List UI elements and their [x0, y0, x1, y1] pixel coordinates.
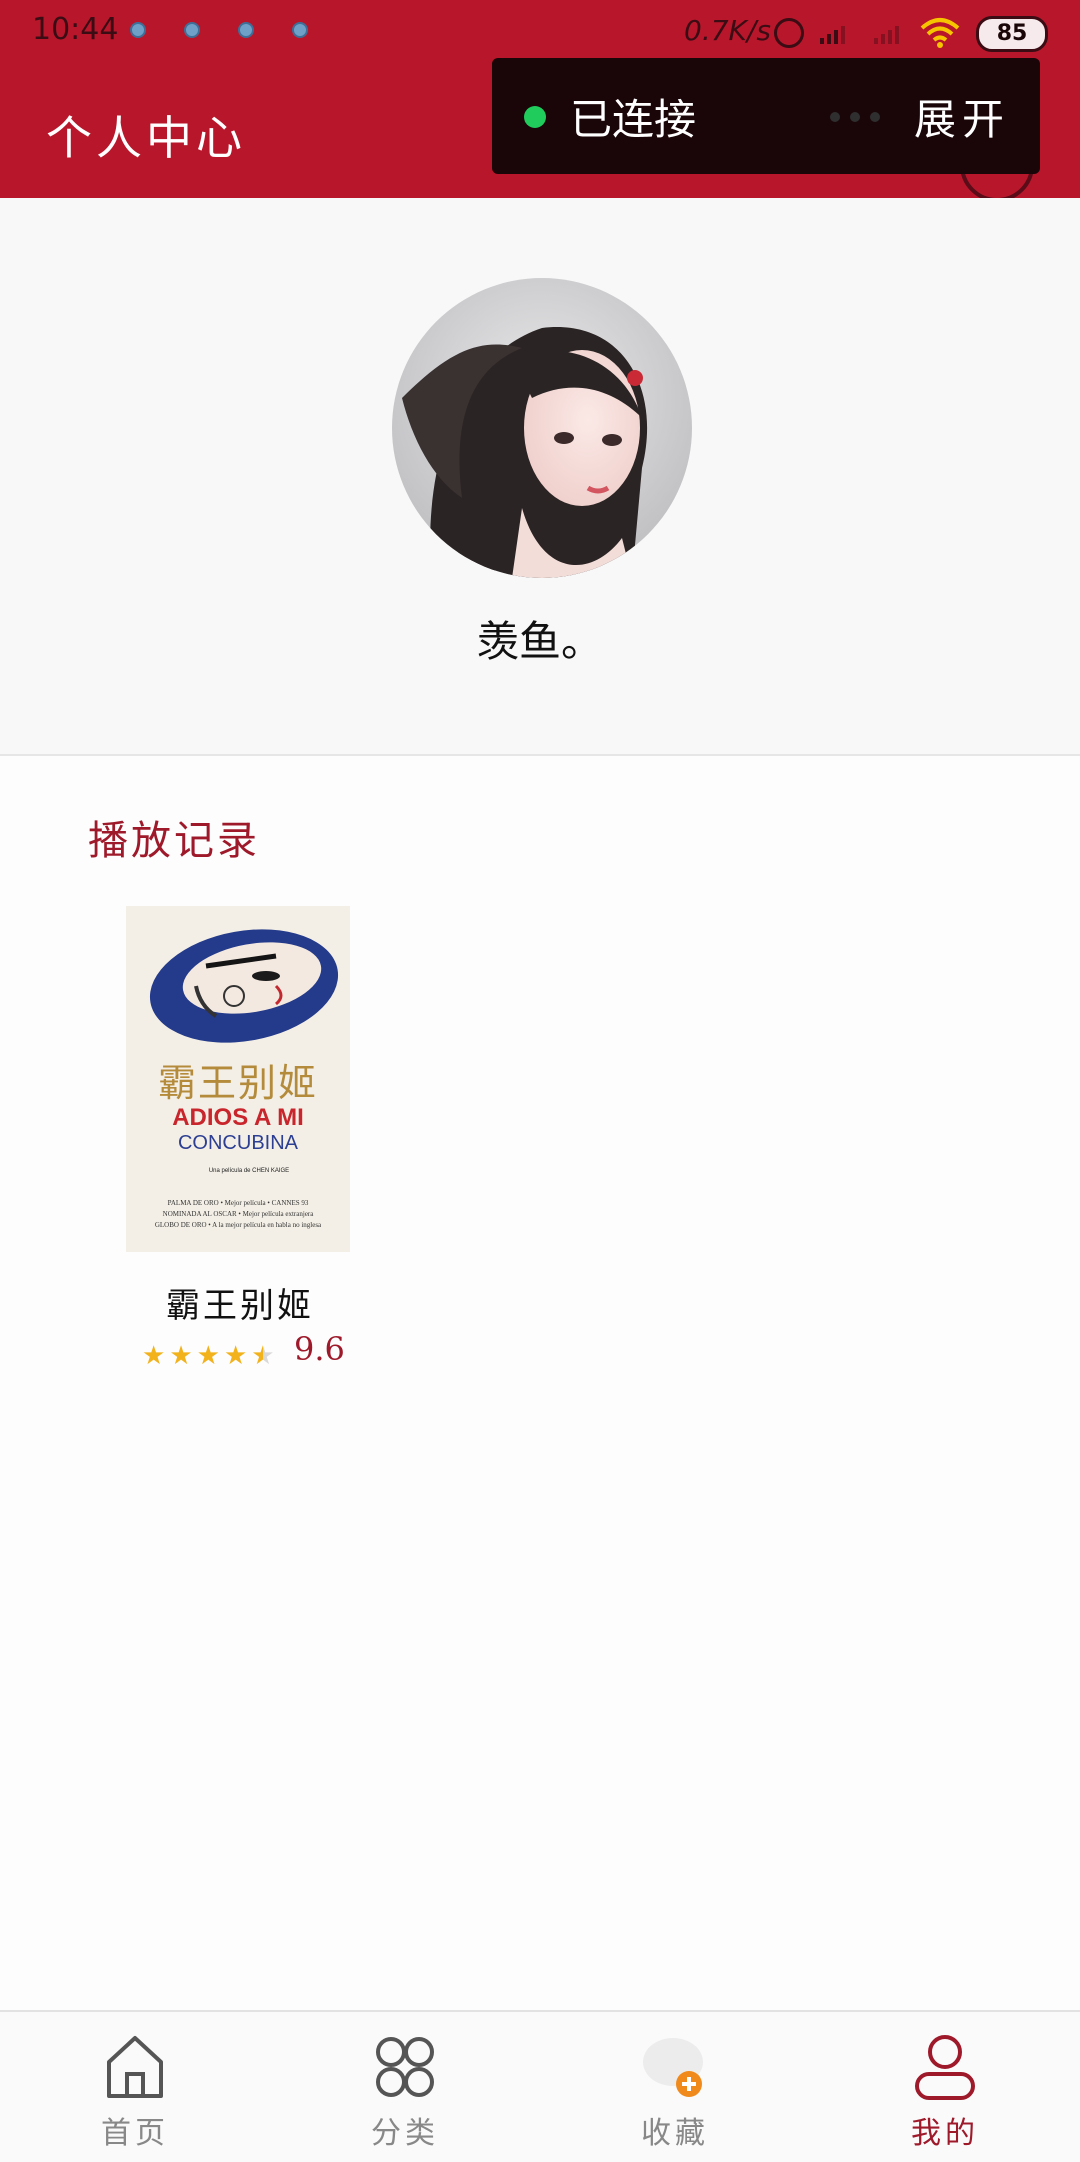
poster-subtitle-es: CONCUBINA — [177, 1132, 298, 1154]
expand-button[interactable]: 展开 — [914, 86, 1010, 147]
poster-award-line: NOMINADA AL OSCAR • Mejor película extra… — [162, 1210, 314, 1218]
username: 羡鱼。 — [476, 617, 603, 666]
poster-award-line: PALMA DE ORO • Mejor película • CANNES 9… — [167, 1199, 309, 1207]
category-icon — [376, 2037, 434, 2097]
notification-icon — [292, 22, 308, 38]
notification-icon — [130, 22, 146, 38]
movie-title[interactable]: 霸王别姬 — [110, 1278, 370, 1327]
connection-status-label: 已连接 — [570, 95, 697, 144]
poster-awards: PALMA DE ORO • Mejor película • CANNES 9… — [132, 1198, 344, 1231]
tab-home[interactable]: 首页 — [0, 2012, 270, 2162]
star-full-icon: ★ — [142, 1341, 166, 1371]
battery-indicator: 85 — [976, 16, 1048, 52]
avatar-image — [392, 278, 692, 578]
tab-label: 首页 — [101, 2116, 169, 2151]
favorite-icon — [643, 2038, 703, 2097]
wifi-icon — [920, 18, 960, 48]
poster-title-es: ADIOS A MI — [172, 1104, 304, 1131]
star-full-icon: ★ — [223, 1341, 248, 1371]
home-icon — [107, 2036, 163, 2098]
movie-rating: 9.6 — [294, 1330, 345, 1368]
alarm-icon — [774, 18, 804, 48]
tab-label: 分类 — [371, 2116, 439, 2151]
play-history-section: 播放记录 霸王别姬 ADIOS A MI CONCUBINA Una pelíc… — [0, 756, 1080, 2010]
connected-status-icon — [524, 106, 546, 128]
avatar[interactable] — [392, 278, 692, 578]
section-title: 播放记录 — [88, 818, 260, 864]
poster-title-cn: 霸王别姬 — [157, 1061, 318, 1105]
star-full-icon: ★ — [169, 1341, 193, 1371]
status-time: 10:44 — [32, 12, 119, 47]
poster-credit: Una película de CHEN KAIGE — [208, 1168, 290, 1174]
network-speed: 0.7K/s — [684, 14, 771, 47]
bottom-tab-bar: 首页 分类 收藏 我的 — [0, 2010, 1080, 2162]
tab-favorites[interactable]: 收藏 — [540, 2012, 810, 2162]
status-bar: 10:44 0.7K/s 85 — [0, 0, 1080, 64]
notification-icons — [130, 22, 308, 38]
profile-section: 羡鱼。 — [0, 198, 1080, 756]
star-full-icon: ★ — [196, 1341, 220, 1371]
tab-mine[interactable]: 我的 — [810, 2012, 1080, 2162]
poster-award-line: GLOBO DE ORO • A la mejor película en ha… — [154, 1221, 322, 1229]
signal-icon — [820, 20, 845, 44]
star-half-icon: ★ — [251, 1341, 275, 1371]
notification-icon — [184, 22, 200, 38]
connection-panel[interactable]: 已连接 展开 — [492, 58, 1040, 174]
page-title: 个人中心 — [46, 111, 246, 165]
more-dots-icon — [830, 112, 880, 122]
tab-label: 收藏 — [641, 2116, 709, 2151]
user-icon — [915, 2035, 975, 2100]
notification-icon — [238, 22, 254, 38]
tab-label: 我的 — [911, 2116, 979, 2151]
signal-icon — [874, 20, 899, 44]
tab-category[interactable]: 分类 — [270, 2012, 540, 2162]
star-rating: ★ ★ ★ ★ ★ — [142, 1342, 275, 1370]
movie-poster[interactable]: 霸王别姬 ADIOS A MI CONCUBINA Una película d… — [126, 906, 350, 1252]
